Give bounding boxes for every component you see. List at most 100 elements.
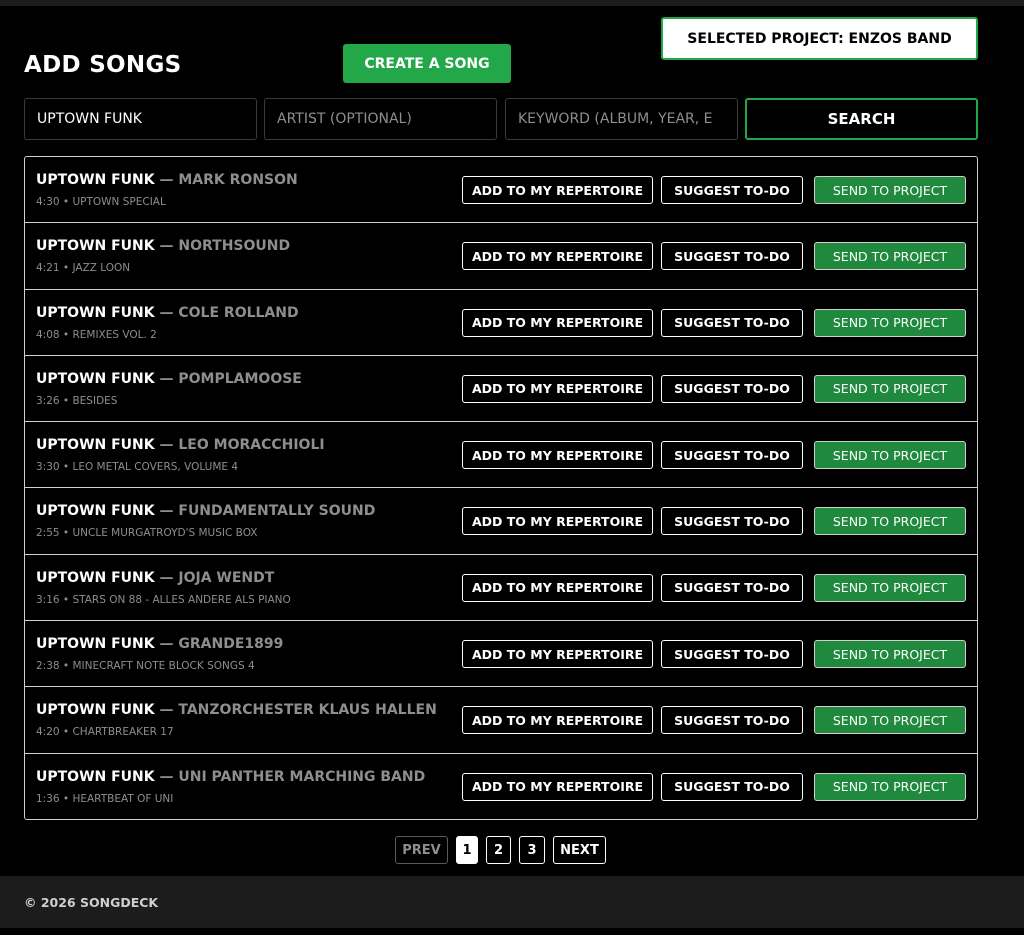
result-row: UPTOWN FUNK — FUNDAMENTALLY SOUND 2:55 •…: [25, 488, 977, 555]
song-duration: 2:38: [36, 660, 60, 673]
song-line: UPTOWN FUNK — MARK RONSON: [36, 172, 298, 188]
song-duration: 4:21: [36, 262, 60, 275]
add-to-repertoire-button[interactable]: ADD TO MY REPERTOIRE: [462, 176, 653, 204]
song-album: JAZZ LOON: [72, 262, 131, 275]
song-meta: 1:36 • HEARTBEAT OF UNI: [36, 793, 173, 805]
suggest-todo-button[interactable]: SUGGEST TO-DO: [661, 374, 803, 403]
add-to-repertoire-button[interactable]: ADD TO MY REPERTOIRE: [462, 573, 653, 602]
search-button[interactable]: SEARCH: [745, 98, 978, 140]
song-title: UPTOWN FUNK: [36, 503, 155, 520]
song-line: UPTOWN FUNK — GRANDE1899: [36, 636, 283, 652]
send-to-project-button[interactable]: SEND TO PROJECT: [814, 242, 966, 271]
page-2-button[interactable]: 2: [486, 836, 511, 864]
suggest-todo-button[interactable]: SUGGEST TO-DO: [661, 772, 803, 801]
song-meta: 4:21 • JAZZ LOON: [36, 262, 130, 274]
bottom-bar: [0, 928, 1024, 935]
song-title: UPTOWN FUNK: [36, 569, 155, 586]
add-to-repertoire-button[interactable]: ADD TO MY REPERTOIRE: [462, 308, 653, 337]
song-line: UPTOWN FUNK — LEO MORACCHIOLI: [36, 437, 325, 453]
artist-separator: —: [154, 503, 179, 520]
suggest-todo-button[interactable]: SUGGEST TO-DO: [661, 308, 803, 337]
suggest-todo-button[interactable]: SUGGEST TO-DO: [661, 573, 803, 602]
meta-separator: •: [59, 792, 73, 805]
artist-separator: —: [154, 636, 179, 653]
add-to-repertoire-button[interactable]: ADD TO MY REPERTOIRE: [462, 640, 653, 669]
selected-project-button[interactable]: SELECTED PROJECT: ENZOS BAND: [661, 17, 978, 60]
footer: © 2026 SONGDECK: [0, 876, 1024, 928]
add-to-repertoire-button[interactable]: ADD TO MY REPERTOIRE: [462, 706, 653, 735]
result-row: UPTOWN FUNK — TANZORCHESTER KLAUS HALLEN…: [25, 687, 977, 754]
song-meta: 2:38 • MINECRAFT NOTE BLOCK SONGS 4: [36, 660, 255, 672]
send-to-project-button[interactable]: SEND TO PROJECT: [814, 176, 966, 204]
suggest-todo-button[interactable]: SUGGEST TO-DO: [661, 441, 803, 470]
song-artist: LEO MORACCHIOLI: [178, 437, 325, 454]
song-meta: 4:20 • CHARTBREAKER 17: [36, 726, 174, 738]
song-title-input[interactable]: [24, 98, 257, 140]
song-album: STARS ON 88 - ALLES ANDERE ALS PIANO: [72, 593, 291, 606]
song-artist: FUNDAMENTALLY SOUND: [178, 503, 376, 520]
song-artist: TANZORCHESTER KLAUS HALLEN: [178, 702, 437, 719]
song-meta: 2:55 • UNCLE MURGATROYD'S MUSIC BOX: [36, 527, 257, 539]
add-to-repertoire-button[interactable]: ADD TO MY REPERTOIRE: [462, 441, 653, 470]
suggest-todo-button[interactable]: SUGGEST TO-DO: [661, 507, 803, 536]
artist-separator: —: [154, 370, 179, 387]
song-title: UPTOWN FUNK: [36, 636, 155, 653]
song-meta: 4:30 • UPTOWN SPECIAL: [36, 196, 166, 208]
song-meta: 3:26 • BESIDES: [36, 395, 117, 407]
send-to-project-button[interactable]: SEND TO PROJECT: [814, 640, 966, 669]
send-to-project-button[interactable]: SEND TO PROJECT: [814, 507, 966, 536]
artist-input[interactable]: [264, 98, 497, 140]
song-title: UPTOWN FUNK: [36, 238, 155, 255]
song-title: UPTOWN FUNK: [36, 702, 155, 719]
song-duration: 3:16: [36, 593, 60, 606]
send-to-project-button[interactable]: SEND TO PROJECT: [814, 573, 966, 602]
page-title: ADD SONGS: [24, 52, 182, 78]
artist-separator: —: [154, 569, 179, 586]
suggest-todo-button[interactable]: SUGGEST TO-DO: [661, 706, 803, 735]
artist-separator: —: [154, 437, 179, 454]
song-album: HEARTBEAT OF UNI: [72, 792, 174, 805]
add-to-repertoire-button[interactable]: ADD TO MY REPERTOIRE: [462, 507, 653, 536]
results-list: UPTOWN FUNK — MARK RONSON 4:30 • UPTOWN …: [24, 156, 978, 820]
song-album: UPTOWN SPECIAL: [72, 196, 166, 208]
song-artist: COLE ROLLAND: [178, 304, 299, 321]
artist-separator: —: [154, 172, 179, 188]
page-3-button[interactable]: 3: [519, 836, 545, 864]
top-bar: [0, 0, 1024, 6]
song-artist: MARK RONSON: [178, 172, 298, 188]
result-row: UPTOWN FUNK — MARK RONSON 4:30 • UPTOWN …: [25, 157, 977, 224]
artist-separator: —: [154, 238, 179, 255]
song-meta: 3:16 • STARS ON 88 - ALLES ANDERE ALS PI…: [36, 594, 291, 606]
suggest-todo-button[interactable]: SUGGEST TO-DO: [661, 640, 803, 669]
send-to-project-button[interactable]: SEND TO PROJECT: [814, 374, 966, 403]
send-to-project-button[interactable]: SEND TO PROJECT: [814, 706, 966, 735]
song-artist: JOJA WENDT: [178, 569, 275, 586]
suggest-todo-button[interactable]: SUGGEST TO-DO: [661, 242, 803, 271]
meta-separator: •: [59, 527, 73, 540]
song-duration: 4:30: [36, 196, 60, 208]
copyright-text: © 2026 SONGDECK: [24, 895, 159, 910]
next-page-button[interactable]: NEXT: [553, 836, 606, 864]
page-1-button[interactable]: 1: [456, 836, 478, 864]
send-to-project-button[interactable]: SEND TO PROJECT: [814, 308, 966, 337]
song-title: UPTOWN FUNK: [36, 370, 155, 387]
song-meta: 4:08 • REMIXES VOL. 2: [36, 329, 157, 341]
meta-separator: •: [59, 461, 73, 474]
send-to-project-button[interactable]: SEND TO PROJECT: [814, 441, 966, 470]
keyword-input[interactable]: [505, 98, 738, 140]
song-line: UPTOWN FUNK — UNI PANTHER MARCHING BAND: [36, 769, 425, 785]
meta-separator: •: [59, 726, 73, 739]
add-to-repertoire-button[interactable]: ADD TO MY REPERTOIRE: [462, 772, 653, 801]
add-to-repertoire-button[interactable]: ADD TO MY REPERTOIRE: [462, 374, 653, 403]
song-title: UPTOWN FUNK: [36, 304, 155, 321]
add-to-repertoire-button[interactable]: ADD TO MY REPERTOIRE: [462, 242, 653, 271]
artist-separator: —: [154, 304, 179, 321]
create-song-button[interactable]: CREATE A SONG: [343, 44, 511, 83]
prev-page-button[interactable]: PREV: [395, 836, 448, 864]
song-artist: GRANDE1899: [178, 636, 284, 653]
song-duration: 3:30: [36, 461, 60, 474]
suggest-todo-button[interactable]: SUGGEST TO-DO: [661, 176, 803, 204]
result-row: UPTOWN FUNK — JOJA WENDT 3:16 • STARS ON…: [25, 555, 977, 622]
send-to-project-button[interactable]: SEND TO PROJECT: [814, 772, 966, 801]
song-artist: UNI PANTHER MARCHING BAND: [178, 768, 426, 785]
